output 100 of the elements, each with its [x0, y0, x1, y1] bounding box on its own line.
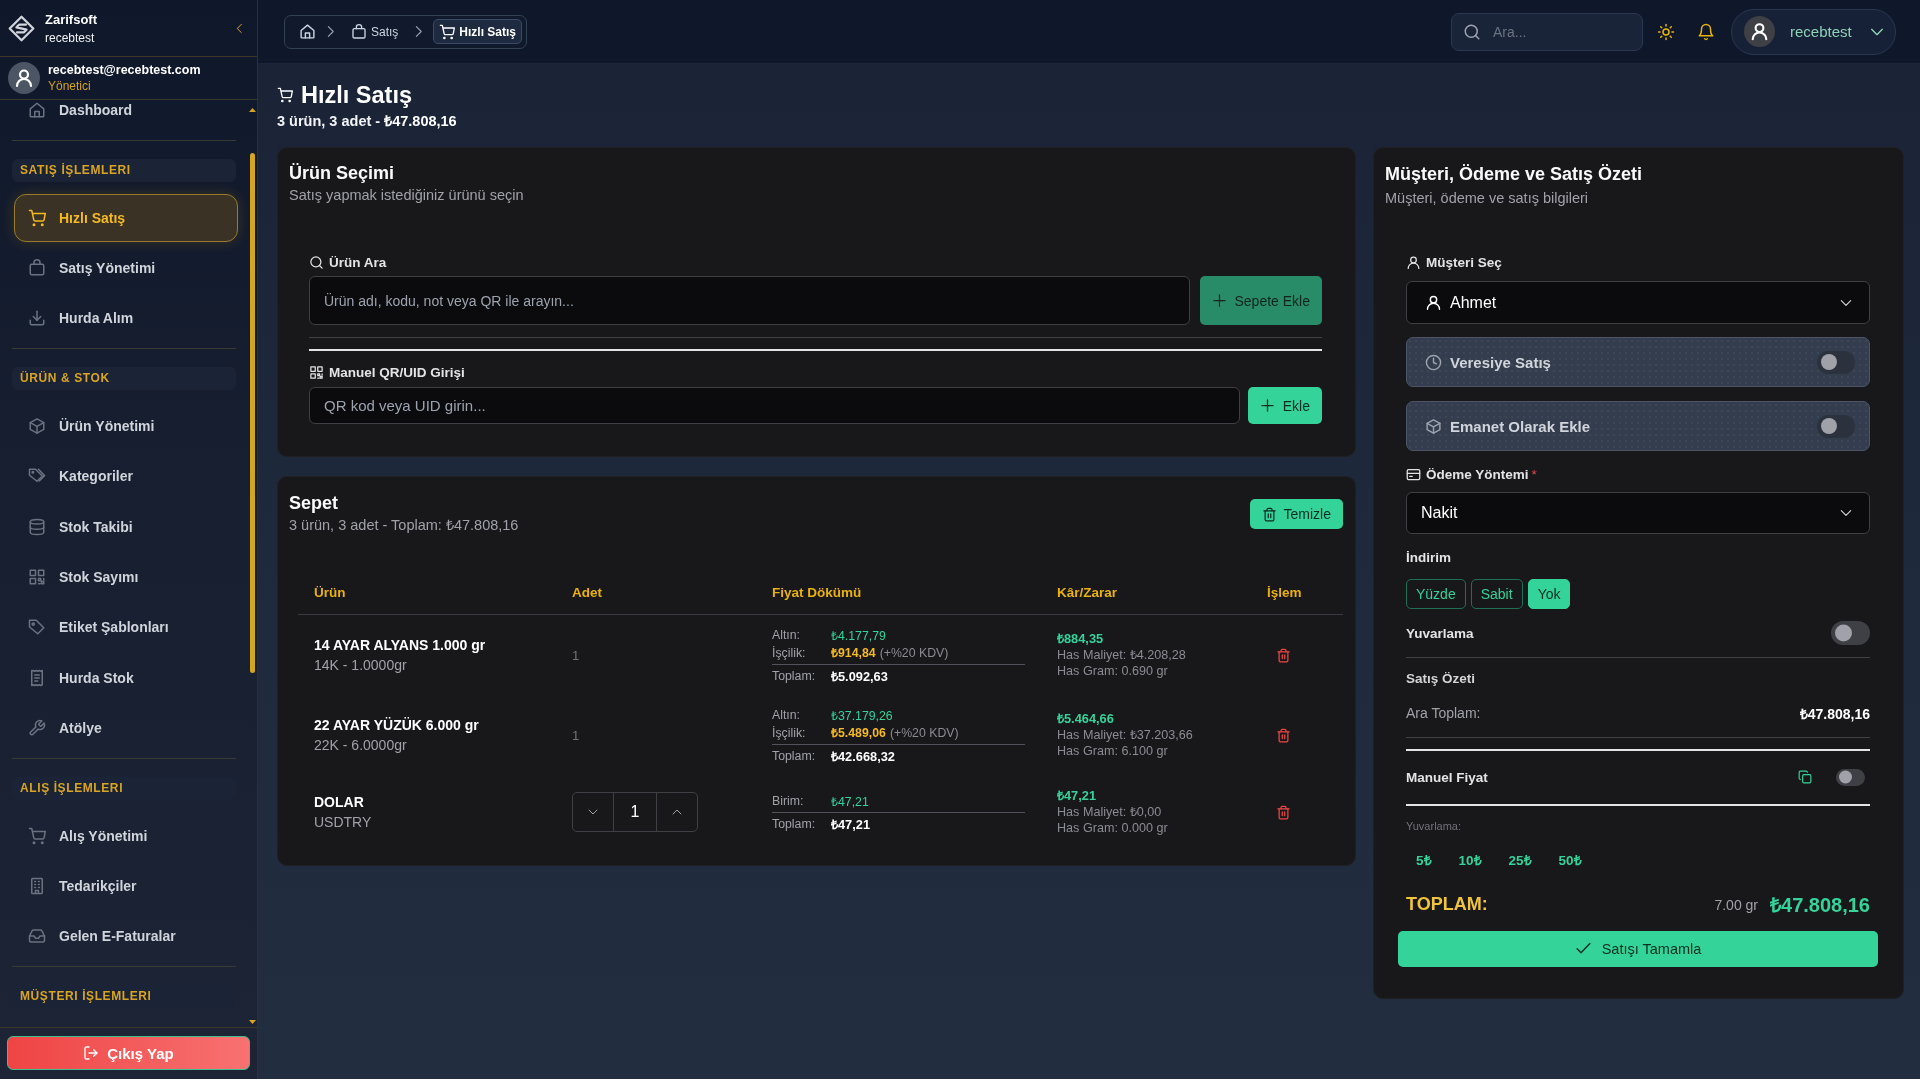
delete-button[interactable] — [1276, 647, 1291, 663]
search-icon — [309, 254, 324, 270]
nav-item[interactable]: Hızlı Satış — [14, 193, 238, 242]
section-title: SATIŞ İŞLEMLERI — [12, 158, 236, 182]
scrollbar-thumb[interactable] — [250, 153, 255, 673]
discount-option[interactable]: Yok — [1527, 579, 1571, 609]
section-heading: Satış Özeti — [1406, 670, 1476, 688]
scroll-down-arrow-icon[interactable] — [249, 1020, 256, 1024]
price-note: (+%20 KDV) — [879, 645, 949, 660]
setting-label: Yuvarlama — [1406, 625, 1474, 641]
column-header: Fiyat Dökümü — [772, 585, 862, 600]
toggle-switch[interactable] — [1817, 350, 1855, 374]
card-subtitle: Satış yapmak istediğiniz ürünü seçin — [289, 186, 524, 204]
bell-icon[interactable] — [1697, 22, 1715, 41]
building-icon — [28, 877, 46, 895]
database-icon — [28, 517, 46, 536]
rounding-option[interactable]: 50₺ — [1548, 846, 1592, 873]
nav-item[interactable]: Ürün Yönetimi — [14, 401, 238, 450]
section-title: ÜRÜN & STOK — [12, 366, 236, 390]
breadcrumb-link[interactable]: Satış — [345, 19, 405, 44]
receipt-icon — [28, 668, 46, 687]
gram-text: Has Gram: 0.690 gr — [1057, 663, 1168, 679]
delete-button[interactable] — [1276, 804, 1291, 820]
nav-item[interactable]: Alış Yönetimi — [14, 811, 238, 860]
add-button[interactable]: Ekle — [1247, 387, 1322, 424]
nav-item[interactable]: Stok Takibi — [14, 502, 238, 551]
card-subtitle: Müşteri, ödeme ve satış bilgileri — [1385, 189, 1589, 207]
total-label: TOPLAM: — [1406, 894, 1488, 915]
search-field[interactable]: Ara... — [1451, 12, 1643, 51]
chevron-left-icon[interactable] — [234, 22, 245, 34]
nav-item[interactable]: Gelen E-Faturalar — [14, 912, 238, 961]
quantity-input[interactable]: 1 — [613, 793, 657, 831]
nav-item[interactable]: Atölye — [14, 704, 238, 753]
credit-card-icon — [1406, 466, 1421, 482]
avatar-icon — [8, 62, 40, 94]
price-value: ₺914,84 — [831, 645, 876, 662]
summary-label: Ara Toplam: — [1406, 705, 1481, 721]
sun-icon[interactable] — [1657, 22, 1675, 41]
price-value: ₺47,21 — [831, 793, 869, 810]
discount-option[interactable]: Yüzde — [1406, 579, 1466, 609]
copy-icon[interactable] — [1798, 770, 1812, 784]
price-value: ₺47,21 — [831, 815, 871, 833]
nav-item[interactable]: Hurda Alım — [14, 294, 238, 343]
cart-icon — [28, 208, 46, 227]
nav-item[interactable]: Satış Yönetimi — [14, 243, 238, 292]
price-note: (+%20 KDV) — [889, 725, 959, 740]
column-header: Kâr/Zarar — [1057, 585, 1118, 600]
toggle-switch[interactable] — [1831, 621, 1870, 645]
rounding-option[interactable]: 10₺ — [1448, 846, 1492, 873]
setting-label: Manuel Fiyat — [1406, 769, 1488, 785]
user-menu-button[interactable]: recebtest — [1731, 8, 1896, 55]
complete-sale-button[interactable]: Satışı Tamamla — [1398, 930, 1878, 967]
trash-icon — [1276, 804, 1291, 820]
nav-item[interactable]: Kategoriler — [14, 452, 238, 501]
summary-value: ₺47.808,16 — [1799, 704, 1870, 723]
product-search-field[interactable]: Ürün adı, kodu, not veya QR ile arayın... — [309, 276, 1190, 325]
quantity-text: 1 — [572, 648, 580, 663]
nav-item[interactable]: Etiket Şablonları — [14, 603, 238, 652]
field-label: İndirim — [1406, 549, 1451, 565]
clear-cart-button[interactable]: Temizle — [1249, 499, 1343, 529]
gram-text: Has Gram: 0.000 gr — [1057, 820, 1168, 836]
price-label: Birim: — [772, 794, 804, 808]
column-header: İşlem — [1267, 585, 1302, 600]
nav-item[interactable]: Hurda Stok — [14, 653, 238, 702]
delete-button[interactable] — [1276, 727, 1291, 743]
cart-icon — [28, 826, 46, 845]
price-value: ₺5.092,63 — [831, 667, 888, 685]
logo-icon — [8, 14, 35, 42]
brand-subtitle: recebtest — [45, 30, 95, 45]
trash-icon — [1276, 727, 1291, 743]
breadcrumb-link[interactable]: Hızlı Satış — [433, 19, 523, 44]
price-value: ₺42.668,32 — [831, 747, 895, 765]
scroll-up-arrow-icon[interactable] — [249, 108, 256, 112]
profit-value: ₺884,35 — [1057, 631, 1104, 647]
toggle-switch[interactable] — [1817, 414, 1855, 438]
box-icon — [1425, 417, 1442, 435]
price-label: Toplam: — [772, 668, 816, 683]
cart-icon — [439, 23, 456, 40]
product-name: DOLAR — [314, 793, 364, 811]
rounding-option[interactable]: 5₺ — [1406, 846, 1442, 873]
profit-value: ₺5.464,66 — [1057, 711, 1114, 727]
quantity-text: 1 — [572, 728, 580, 743]
column-header: Ürün — [314, 585, 346, 600]
price-label: İşçilik: — [772, 725, 806, 740]
price-label: Altın: — [772, 708, 801, 723]
home-icon[interactable] — [299, 23, 316, 40]
qr-code-field[interactable]: QR kod veya UID girin... — [309, 387, 1240, 424]
rounding-label: Yuvarlama: — [1406, 818, 1462, 833]
nav-item[interactable]: Dashboard — [14, 100, 238, 134]
qr-code-icon — [28, 567, 46, 586]
customer-select[interactable]: Ahmet — [1406, 281, 1870, 324]
nav-item[interactable]: Stok Sayımı — [14, 552, 238, 601]
discount-option[interactable]: Sabit — [1470, 579, 1523, 609]
field-label: Müşteri Seç — [1426, 254, 1502, 270]
rounding-option[interactable]: 25₺ — [1498, 846, 1542, 873]
download-icon — [28, 309, 46, 328]
nav-item[interactable]: Tedarikçiler — [14, 862, 238, 910]
toggle-switch[interactable] — [1836, 768, 1865, 786]
payment-select[interactable]: Nakit — [1406, 492, 1870, 534]
field-label: Ürün Ara — [329, 254, 387, 270]
